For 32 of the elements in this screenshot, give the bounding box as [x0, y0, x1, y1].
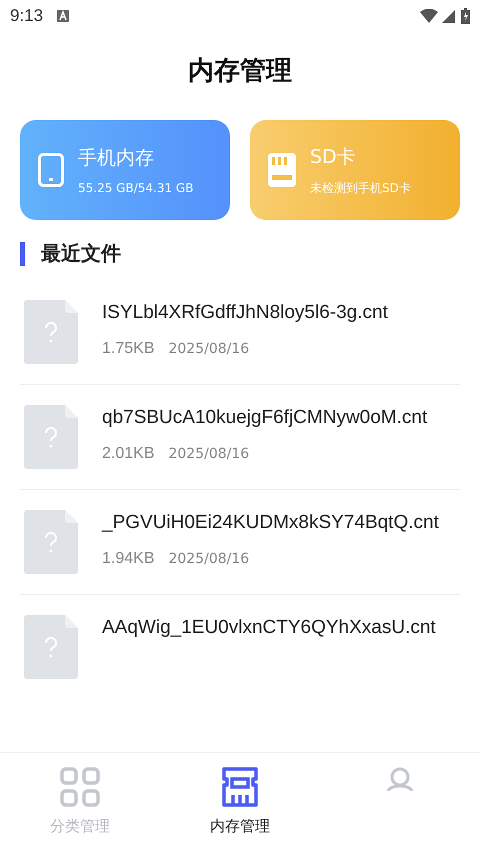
battery-icon [461, 8, 470, 24]
card-title: 手机内存 [78, 146, 155, 171]
memory-chip-icon [220, 767, 260, 807]
card-title: SD卡 [310, 144, 357, 170]
tablet-icon [38, 153, 64, 187]
file-size: 1.75KB [102, 340, 154, 358]
file-name[interactable]: AAqWig_1EU0vlxnCTY6QYhXxasU.cnt [102, 615, 460, 641]
sd-card-icon [268, 153, 296, 187]
file-date: 2025/08/16 [168, 446, 250, 462]
nav-tab[interactable]: 内存管理 [160, 753, 320, 853]
file-date: 2025/08/16 [168, 550, 250, 567]
unknown-file-icon [24, 510, 78, 574]
card-detail: 未检测到手机SD卡 [310, 180, 411, 196]
grid-icon [60, 767, 100, 807]
file-size: 1.94KB [102, 550, 154, 568]
unknown-file-icon [24, 615, 78, 679]
file-size: 2.01KB [102, 444, 154, 463]
file-name[interactable]: _PGVUiH0Ei24KUDMx8kSY74BqtQ.cnt [102, 510, 460, 536]
user-icon [386, 767, 414, 791]
unknown-file-icon [24, 300, 78, 364]
section-title: 最近文件 [41, 240, 121, 267]
unknown-file-icon [24, 405, 78, 469]
section-marker [20, 242, 25, 266]
card-detail: 55.25 GB/54.31 GB [78, 181, 194, 195]
signal-icon [442, 10, 455, 22]
file-name[interactable]: qb7SBUcA10kuejgF6fjCMNyw0oM.cnt [102, 405, 460, 431]
keyboard-app-icon [57, 10, 70, 22]
status-time: 9:13 [10, 6, 44, 26]
wifi-icon [420, 9, 438, 23]
file-date: 2025/08/16 [168, 340, 250, 357]
page-title: 内存管理 [188, 54, 292, 88]
file-name[interactable]: ISYLbl4XRfGdffJhN8loy5l6-3g.cnt [102, 300, 460, 326]
